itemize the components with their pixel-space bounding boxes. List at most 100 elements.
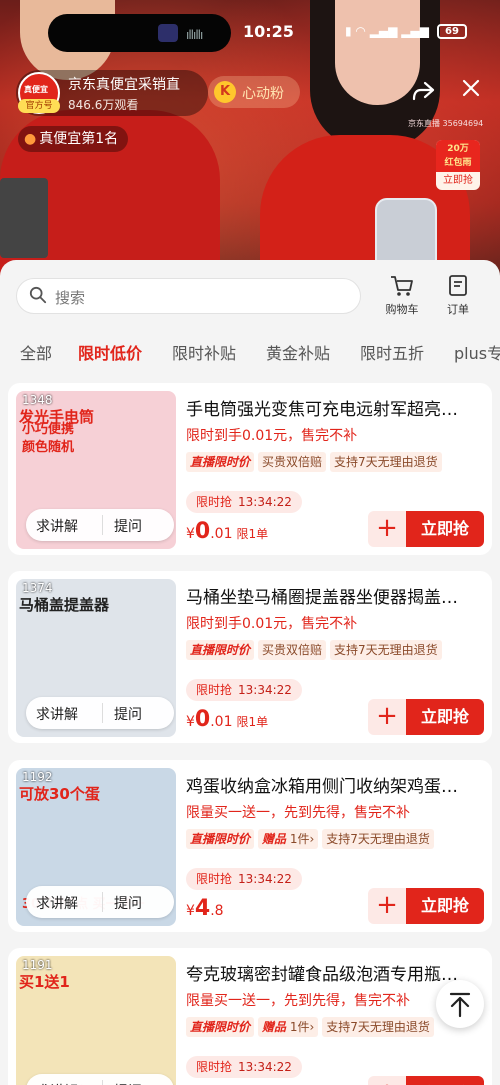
divider (102, 892, 103, 912)
countdown-label: 限时抢 (196, 872, 233, 886)
price-currency: ¥ (186, 714, 195, 730)
product-title[interactable]: 马桶坐垫马桶圈提盖器坐便器揭盖… (186, 583, 484, 608)
divider (102, 703, 103, 723)
share-icon[interactable] (408, 78, 438, 108)
countdown-badge: 限时抢 13:34:22 (186, 868, 302, 890)
view-count: 846.6万观看 (68, 98, 139, 112)
dynamic-island[interactable]: ıllıllı (48, 14, 231, 52)
arrow-up-icon (449, 992, 471, 1018)
tab-plus[interactable]: plus专 (454, 340, 500, 364)
cart-button[interactable]: 购物车 (378, 274, 426, 320)
tag-row: 直播限时价 买贵双倍赔 支持7天无理由退货 (186, 639, 486, 660)
fans-label: 心动粉 (242, 86, 284, 102)
gift-count: 1件› (289, 832, 315, 846)
media-thumb-icon (158, 24, 178, 42)
ask-question-button[interactable]: 提问 (114, 1081, 142, 1085)
gift-tag[interactable]: 赠品 1件› (258, 829, 319, 849)
rank-badge[interactable]: ● 真便宜第1名 (18, 126, 129, 152)
countdown-label: 限时抢 (196, 495, 233, 509)
add-to-cart-button[interactable]: + (368, 1076, 406, 1085)
plus-icon: + (376, 1078, 398, 1085)
ask-pill: 求讲解 提问 (26, 1074, 174, 1085)
promo-text: 限量买一送一，先到先得，售完不补 (186, 993, 410, 1009)
product-card[interactable]: 1374 马桶盖提盖器求讲解 提问 马桶坐垫马桶圈提盖器坐便器揭盖… 限时到手0.01元… (8, 571, 492, 743)
search-icon (29, 286, 47, 304)
product-image[interactable]: 1192可放30个蛋30日晚8点 买一送一求讲解提问 (16, 768, 176, 926)
price-decimal: .01 (210, 714, 233, 730)
price-decimal: .8 (210, 903, 224, 919)
request-explain-button[interactable]: 求讲解 (36, 516, 78, 536)
plus-icon: + (376, 890, 398, 920)
countdown-time: 13:34:22 (238, 495, 292, 509)
red-packet-action: 立即抢 (443, 175, 473, 186)
product-title[interactable]: 鸡蛋收纳盒冰箱用侧门收纳架鸡蛋… (186, 772, 484, 797)
ask-question-button[interactable]: 提问 (114, 893, 142, 913)
buy-now-button[interactable]: 立即抢 (406, 511, 484, 547)
buy-now-button[interactable]: 立即抢 (406, 888, 484, 924)
gift-tag[interactable]: 赠品 1件› (258, 1017, 319, 1037)
orders-icon (449, 275, 467, 296)
product-price: ¥0.01 限1单 (186, 707, 268, 732)
product-price: ¥4.8 (186, 896, 228, 921)
request-explain-button[interactable]: 求讲解 (36, 893, 78, 913)
tab-half-price[interactable]: 限时五折 (360, 340, 424, 364)
tab-limited-subsidy[interactable]: 限时补贴 (172, 340, 236, 364)
back-to-top-button[interactable] (436, 980, 484, 1028)
live-room-id: 京东直播 35694694 (408, 119, 484, 128)
fire-icon: ● (24, 131, 37, 147)
product-rank: 1192 (22, 770, 53, 784)
battery-icon: 69 (437, 24, 467, 39)
product-image[interactable]: 1191买1送130日晚8点 买一送一求讲解提问 (16, 956, 176, 1085)
image-headline: 马桶盖提盖器 (19, 596, 110, 614)
buy-now-button[interactable]: 立即抢 (406, 1076, 484, 1085)
product-image[interactable]: 1348 发光手电筒 小巧便携 颜色随机 求讲解 提问 (16, 391, 176, 549)
product-image[interactable]: 1374 马桶盖提盖器求讲解 提问 (16, 579, 176, 737)
image-subline: 小巧便携 颜色随机 (22, 422, 75, 455)
audio-wave-icon: ıllıllı (186, 28, 203, 42)
request-explain-button[interactable]: 求讲解 (36, 704, 78, 724)
official-badge: 官方号 (18, 99, 60, 113)
add-to-cart-button[interactable]: + (368, 699, 406, 735)
ask-question-button[interactable]: 提问 (114, 516, 142, 536)
add-to-cart-button[interactable]: + (368, 511, 406, 547)
service-tag: 买贵双倍赔 (258, 452, 327, 472)
rank-label: 真便宜第1名 (39, 131, 119, 147)
promo-text: 限量买一送一，先到先得，售完不补 (186, 805, 410, 821)
product-title[interactable]: 手电筒强光变焦可充电远射军超亮… (186, 395, 484, 420)
buy-now-button[interactable]: 立即抢 (406, 699, 484, 735)
live-video[interactable]: ıllıllı 10:25 ▮ ◠ ▂▄▆ ▂▄▆ 69 真便宜 官方号 京东真… (0, 0, 500, 290)
countdown-badge: 限时抢 13:34:22 (186, 1056, 302, 1078)
promo-text: 限时到手0.01元，售完不补 (186, 616, 358, 632)
red-packet-rain[interactable]: 20万红包雨 立即抢 (436, 140, 480, 190)
image-headline: 可放30个蛋 (19, 785, 100, 803)
search-input[interactable]: 搜索 (16, 278, 361, 314)
ask-pill: 求讲解 提问 (26, 697, 174, 729)
live-price-tag: 直播限时价 (186, 1017, 255, 1037)
gift-label: 赠品 (262, 832, 287, 846)
fans-button[interactable]: K 心动粉 (208, 76, 300, 108)
price-integer: 0 (194, 707, 211, 732)
orders-button[interactable]: 订单 (434, 274, 482, 320)
product-rank: 1191 (22, 958, 53, 972)
channel-name[interactable]: 京东真便宜采销直 (68, 74, 198, 94)
add-to-cart-button[interactable]: + (368, 888, 406, 924)
tab-all[interactable]: 全部 (20, 340, 52, 364)
product-card[interactable]: 1348 发光手电筒 小巧便携 颜色随机 求讲解 提问 手电筒强光变焦可充电远射军超亮… 限… (8, 383, 492, 555)
product-rank: 1348 (22, 393, 53, 407)
prop-device (0, 178, 48, 258)
promo-text: 限时到手0.01元，售完不补 (186, 428, 358, 444)
plus-icon: + (376, 701, 398, 731)
countdown-badge: 限时抢 13:34:22 (186, 679, 302, 701)
tab-gold-subsidy[interactable]: 黄金补贴 (266, 340, 330, 364)
close-icon[interactable] (456, 76, 486, 106)
request-explain-button[interactable]: 求讲解 (36, 1081, 78, 1085)
red-packet-amount: 20万 (447, 144, 469, 154)
tab-limited-low-price[interactable]: 限时低价 (78, 340, 142, 364)
countdown-label: 限时抢 (196, 1060, 233, 1074)
ask-question-button[interactable]: 提问 (114, 704, 142, 724)
product-card[interactable]: 1192可放30个蛋30日晚8点 买一送一求讲解提问鸡蛋收纳盒冰箱用侧门收纳架鸡… (8, 760, 492, 932)
service-tag: 支持7天无理由退货 (330, 452, 442, 472)
product-card[interactable]: 1191买1送130日晚8点 买一送一求讲解提问夸克玻璃密封罐食品级泡酒专用瓶…… (8, 948, 492, 1085)
product-rank: 1374 (22, 581, 53, 595)
red-packet-title: 红包雨 (444, 158, 472, 168)
